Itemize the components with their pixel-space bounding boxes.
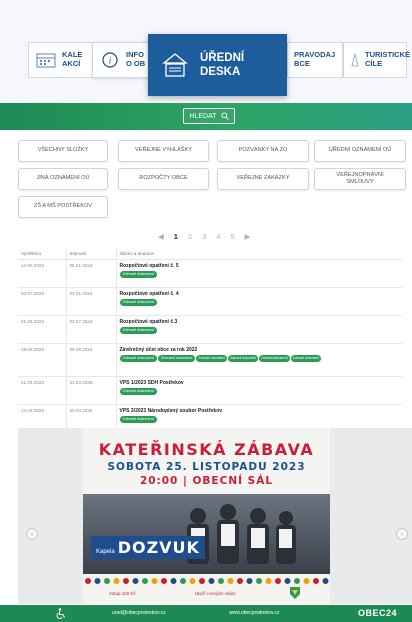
pagination-page-1[interactable]: 1 [174,232,178,241]
cell-posted: 19.06.2023 [18,343,67,377]
banner-prev-arrow[interactable]: ‹ [26,528,38,540]
pagination-page-2[interactable]: 2 [188,232,192,241]
category-public-contracts-agreements[interactable]: VEŘEJNOPRÁVNÍ SMLOUVY [314,168,406,190]
pagination-prev[interactable]: ◀ [158,232,164,241]
search-button[interactable]: HLEDAT [183,108,235,124]
cell-removed: 03.07.2024 [66,315,117,344]
cell-title: Rozpočtové opatření č. 4 Zobrazit dokumen… [116,287,402,316]
category-all-folders[interactable]: VŠECHNY SLOŽKY [18,140,108,162]
band-members-illustration [187,504,296,564]
cell-title: VPS 1/2023 SDH Postřekov Zobrazit dokumen… [116,376,402,405]
table-row[interactable]: 03.07.2023 04.01.2024 Rozpočtové opatření … [18,287,402,316]
pagination-next[interactable]: ▶ [245,232,251,241]
column-header-removed: Sejmuto [66,249,117,260]
nav-municipality-info[interactable]: i INFO O OB [92,42,154,78]
footer-web-link[interactable]: www.obecpostrekov.cz [229,610,279,616]
table-row[interactable]: 21.06.2023 03.07.2024 Rozpočtové opatření … [18,315,402,344]
category-public-contracts[interactable]: VEŘEJNÉ ZAKÁZKY [217,168,309,190]
nav-official-board-label: ÚŘEDNÍ DESKA [200,51,245,78]
cell-removed: 30.08.2024 [66,343,117,377]
nav-tourism-label: TURISTICKÉ CÍLE [365,50,410,68]
municipal-crest-icon [290,587,300,599]
table-row[interactable]: 19.06.2023 30.08.2024 Závěrečný účet obce … [18,343,402,377]
show-document-button[interactable]: Zobrazit dokument [119,387,157,395]
show-document-button[interactable]: Zobrazit dokument [119,354,157,362]
info-icon: i [102,52,118,68]
nav-calendar-label: KALE AKCÍ [62,50,83,68]
category-school[interactable]: ZŠ A MŠ POSTŘEKOV [18,196,108,218]
show-document-button[interactable]: Zobrazit dokument [157,354,196,362]
band-prefix: Kapela [96,549,115,555]
cell-removed: 04.01.2024 [66,287,117,316]
category-public-notices[interactable]: VEŘEJNÉ VYHLÁŠKY [118,140,209,162]
category-council-invitations[interactable]: POZVÁNKY NA ZO [217,140,309,162]
show-document-button[interactable]: Zobrazit dokument [227,354,259,362]
search-label: HLEDAT [189,112,217,120]
poster-date: SOBOTA 25. LISTOPADU 2023 [107,461,306,473]
top-navigation: KALE AKCÍ i INFO O OB PRAVODAJ BCE TURIS… [0,0,412,103]
show-document-button[interactable]: Zobrazit dokument [259,354,290,362]
column-header-title: Název a anotace [116,249,402,260]
cell-posted: 21.04.2023 [18,376,67,405]
search-icon [220,112,229,120]
cell-removed: 05.01.2024 [66,259,117,288]
band-name-box: Kapela DOZVUK [91,536,205,559]
show-document-button[interactable]: Zobrazit dokument [119,298,157,306]
show-document-button[interactable]: Zobrazit dokument [119,326,157,334]
nav-official-board[interactable]: ÚŘEDNÍ DESKA [148,34,287,96]
footer-email-link[interactable]: urad@obecpostrekov.cz [112,610,166,616]
table-row[interactable]: 21.04.2023 21.04.2026 VPS 1/2023 SDH Postř… [18,376,402,405]
show-document-button[interactable]: Zobrazit dokument [290,354,322,362]
event-poster[interactable]: KATEŘINSKÁ ZÁBAVA SOBOTA 25. LISTOPADU 2… [83,428,330,604]
column-header-posted: Vyvěšeno [18,249,67,260]
poster-time-place: 20:00 | OBECNÍ SÁL [139,475,274,487]
nav-tourism[interactable]: TURISTICKÉ CÍLE [343,42,410,78]
table-row[interactable]: 14.08.2023 05.01.2024 Rozpočtové opatření … [18,259,402,288]
cell-posted: 03.07.2023 [18,287,67,316]
cell-title: Rozpočtové opatření č.3 Zobrazit dokument [116,315,402,344]
page: KALE AKCÍ i INFO O OB PRAVODAJ BCE TURIS… [0,0,412,622]
banner-next-arrow[interactable]: › [396,528,408,540]
cell-title: Závěrečný účet obce za rok 2022 Zobrazit … [116,343,402,377]
footer: urad@obecpostrekov.cz www.obecpostrekov.… [0,605,412,622]
cell-removed: 21.04.2026 [66,376,117,405]
nav-calendar-events[interactable]: KALE AKCÍ [28,42,98,78]
calendar-icon [36,53,56,68]
nav-guide[interactable]: PRAVODAJ BCE [287,42,343,78]
nav-guide-label: PRAVODAJ BCE [294,50,336,68]
category-office-announcements[interactable]: ÚŘEDNÍ OZNÁMENÍ OÚ [314,140,406,162]
pagination-page-3[interactable]: 3 [202,232,206,241]
show-document-button[interactable]: Zobrazit dokument [119,415,157,423]
poster-extra: Útočí v krojích vítáni [195,591,236,596]
pagination-page-4[interactable]: 4 [216,232,220,241]
svg-text:i: i [109,56,112,66]
notice-board-icon [162,53,188,77]
accessibility-icon[interactable] [56,608,66,619]
pagination: ◀ 1 2 3 4 5 ▶ [158,229,250,243]
band-name: DOZVUK [117,538,200,557]
poster-title: KATEŘINSKÁ ZÁBAVA [98,440,315,459]
pagination-page-5[interactable]: 5 [230,232,234,241]
tourism-icon [351,53,359,67]
table-header-row: Vyvěšeno Sejmuto Název a anotace [18,249,402,260]
cell-posted: 14.08.2023 [18,259,67,288]
cell-posted: 21.06.2023 [18,315,67,344]
show-document-button[interactable]: Zobrazit dokument [196,354,227,362]
category-municipal-budgets[interactable]: ROZPOČTY OBCE [118,168,209,190]
nav-info-label: INFO O OB [126,50,146,68]
category-other-announcements[interactable]: JINÁ OZNÁMENÍ OÚ [18,168,108,190]
band-photo: Kapela DOZVUK [83,494,330,574]
show-document-button[interactable]: Zobrazit dokument [119,270,157,278]
footer-brand-logo[interactable]: OBEC24 [358,608,397,618]
cell-title: Rozpočtové opatření č. 5 Zobrazit dokumen… [116,259,402,288]
poster-entry: Vstup 150 Kč [109,591,136,596]
